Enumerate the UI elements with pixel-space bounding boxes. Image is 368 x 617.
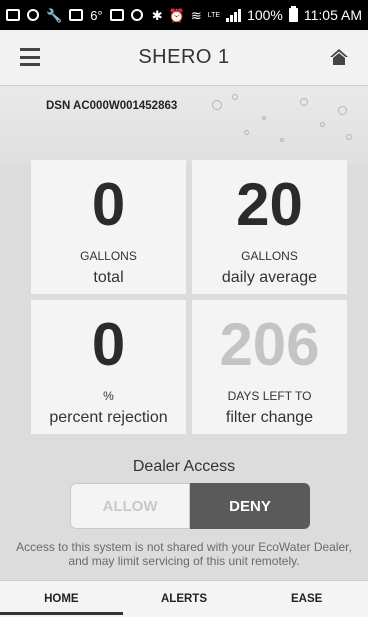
bubble-decoration xyxy=(280,138,284,142)
lte-icon: LTE xyxy=(207,11,221,19)
gallery-icon xyxy=(109,9,124,21)
bottom-tab-bar: HOME ALERTS EASE xyxy=(0,580,368,617)
wifi-icon: ≋ xyxy=(190,7,202,23)
device-banner: DSN AC000W001452863 xyxy=(0,86,368,164)
bubble-decoration xyxy=(212,100,222,110)
bubble-decoration xyxy=(300,98,308,106)
page-title: SHERO 1 xyxy=(138,46,230,68)
daily-average-label: daily average xyxy=(221,269,318,286)
dealer-access-toggle: ALLOW DENY xyxy=(70,483,310,529)
wrench-icon: 🔧 xyxy=(46,7,63,23)
total-gallons-value: 0 xyxy=(91,171,126,238)
app-icon xyxy=(130,9,143,21)
home-icon[interactable] xyxy=(328,46,350,68)
daily-average-tile: 20 GALLONS daily average xyxy=(192,160,347,294)
alarm-icon: ⏰ xyxy=(168,7,185,23)
dealer-access-notice: Access to this system is not shared with… xyxy=(16,540,352,568)
app-screen: SHERO 1 DSN AC000W001452863 0 GALLONS to… xyxy=(0,30,368,617)
bubble-decoration xyxy=(244,130,249,135)
battery-percent: 100% xyxy=(247,7,283,23)
clock: 11:05 AM xyxy=(303,7,362,23)
message-icon xyxy=(6,9,20,21)
bubble-decoration xyxy=(346,134,352,140)
bubble-decoration xyxy=(338,106,347,115)
bubble-decoration xyxy=(232,94,238,100)
filter-days-value: 206 xyxy=(219,311,320,378)
allow-button[interactable]: ALLOW xyxy=(70,483,190,529)
battery-icon xyxy=(288,6,298,22)
tab-home[interactable]: HOME xyxy=(0,581,123,617)
percent-rejection-unit: % xyxy=(103,389,114,403)
daily-average-unit: GALLONS xyxy=(241,249,298,263)
system-icons: ✱ ⏰ ≋ LTE 100% 11:05 AM xyxy=(151,6,362,23)
total-gallons-label: total xyxy=(93,269,124,286)
tab-ease[interactable]: EASE xyxy=(245,581,368,617)
filter-change-tile: 206 DAYS LEFT TO filter change xyxy=(192,300,347,434)
signal-icon xyxy=(226,8,242,22)
deny-button[interactable]: DENY xyxy=(190,483,310,529)
daily-average-value: 20 xyxy=(236,171,303,238)
total-gallons-tile: 0 GALLONS total xyxy=(31,160,186,294)
bubble-decoration xyxy=(320,122,325,127)
temperature-icon: 6° xyxy=(90,7,103,23)
percent-rejection-label: percent rejection xyxy=(49,409,168,426)
total-gallons-unit: GALLONS xyxy=(80,249,137,263)
status-bar: 🔧 6° ✱ ⏰ ≋ LTE 100% 11:05 AM xyxy=(0,0,368,30)
tab-alerts[interactable]: ALERTS xyxy=(123,581,246,617)
filter-days-label: filter change xyxy=(225,409,314,426)
app-header: SHERO 1 xyxy=(0,30,368,86)
percent-rejection-value: 0 xyxy=(91,311,126,378)
dealer-access-title: Dealer Access xyxy=(132,458,236,475)
chat-icon xyxy=(27,9,39,21)
image-icon xyxy=(69,9,84,21)
menu-icon[interactable] xyxy=(20,48,40,66)
bluetooth-icon: ✱ xyxy=(151,7,163,23)
device-serial-number: DSN AC000W001452863 xyxy=(46,100,178,112)
notification-icons: 🔧 6° xyxy=(6,9,143,22)
bubble-decoration xyxy=(262,116,266,120)
percent-rejection-tile: 0 % percent rejection xyxy=(31,300,186,434)
filter-days-unit: DAYS LEFT TO xyxy=(227,389,312,403)
